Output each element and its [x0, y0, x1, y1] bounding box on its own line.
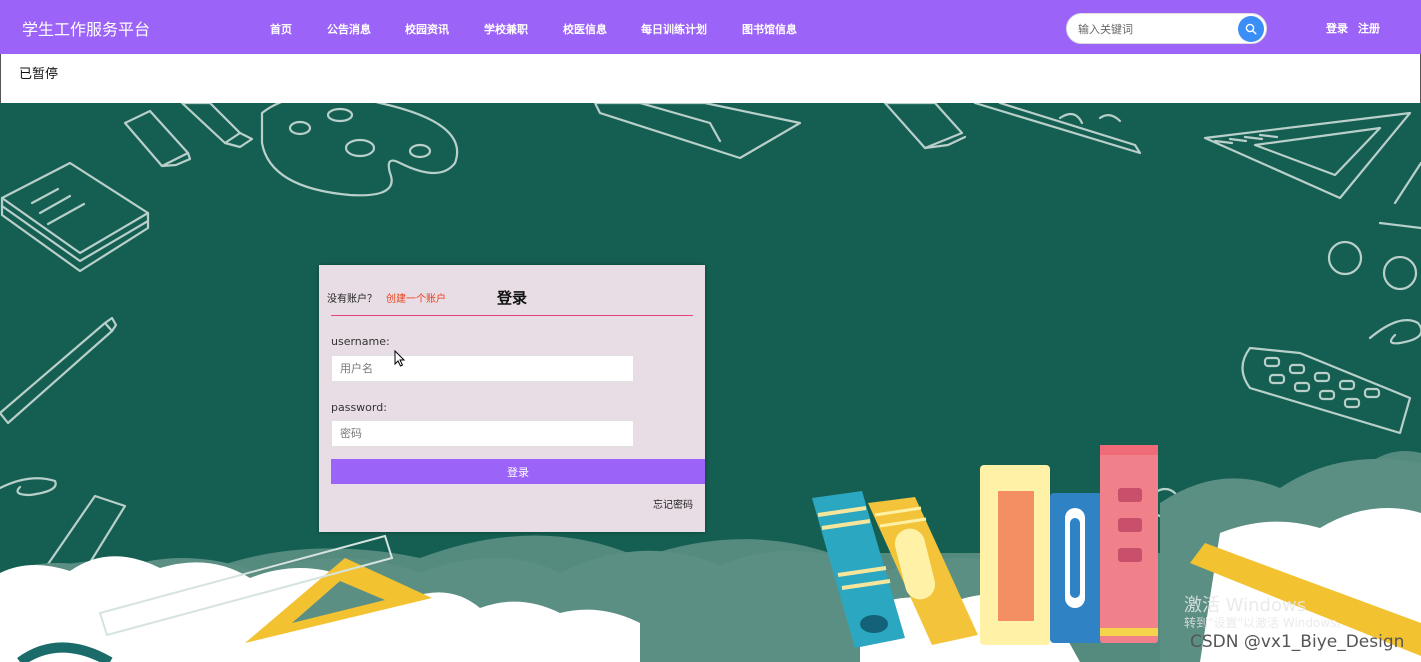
password-label: password:	[331, 401, 387, 414]
login-panel: 没有账户？ 创建一个账户 登录 username: password: 登录 忘…	[319, 265, 705, 532]
search-button[interactable]	[1238, 16, 1264, 42]
chalk-paperclip-icon	[1368, 319, 1421, 345]
forgot-password-link[interactable]: 忘记密码	[653, 496, 693, 511]
title-divider	[331, 315, 693, 316]
site-brand[interactable]: 学生工作服务平台	[22, 16, 150, 40]
chalk-tablet-icon	[593, 103, 802, 160]
chalk-book-icon	[0, 161, 150, 273]
chalk-keyboard-icon	[1241, 346, 1412, 435]
nav-item-library-info[interactable]: 图书馆信息	[742, 21, 797, 37]
nav-item-clinic-info[interactable]: 校医信息	[563, 21, 607, 37]
search-icon	[1245, 23, 1257, 35]
chalk-scissors-icon	[1327, 161, 1421, 291]
status-strip: 已暂停	[0, 54, 1421, 103]
hero-illustration	[0, 103, 1421, 662]
nav-item-campus-news[interactable]: 校园资讯	[405, 21, 449, 37]
windows-activation-subtitle: 转到"设置"以激活 Windows。	[1184, 616, 1349, 630]
username-input[interactable]	[331, 355, 634, 382]
chalk-long-pencil-icon	[0, 316, 118, 425]
search-input[interactable]	[1078, 21, 1228, 37]
login-link[interactable]: 登录	[1326, 20, 1348, 36]
search-box	[1066, 13, 1267, 44]
top-navbar: 学生工作服务平台 首页 公告消息 校园资讯 学校兼职 校医信息 每日训练计划 图…	[0, 0, 1421, 54]
password-input[interactable]	[331, 420, 634, 447]
nav-item-announcements[interactable]: 公告消息	[327, 21, 371, 37]
chalk-eraser-icon	[883, 103, 967, 150]
login-title: 登录	[497, 289, 528, 307]
username-label: username:	[331, 335, 390, 348]
nav-item-home[interactable]: 首页	[270, 21, 292, 37]
register-link[interactable]: 注册	[1358, 20, 1380, 36]
auth-links: 登录 注册	[1326, 20, 1380, 36]
no-account-text: 没有账户？	[327, 294, 377, 305]
hero-background	[0, 103, 1421, 662]
mouse-cursor-icon	[394, 350, 406, 367]
main-nav: 首页 公告消息 校园资讯 学校兼职 校医信息 每日训练计划 图书馆信息	[270, 21, 831, 37]
chalk-pencil-icon	[973, 103, 1142, 155]
csdn-credit: CSDN @vx1_Biye_Design	[1190, 632, 1405, 652]
status-text: 已暂停	[19, 67, 59, 82]
nav-item-part-time-jobs[interactable]: 学校兼职	[484, 21, 528, 37]
create-account-link[interactable]: 创建一个账户	[386, 290, 446, 305]
chalk-left-clip-icon	[0, 477, 57, 497]
chalk-triangle-ruler-icon	[1203, 111, 1412, 200]
login-submit-button[interactable]: 登录	[331, 459, 705, 484]
nav-item-training-plan[interactable]: 每日训练计划	[641, 21, 707, 37]
chalk-paint-tube-icon	[123, 103, 254, 168]
chalk-palette-icon	[260, 103, 459, 197]
books-illustration	[812, 445, 1158, 648]
